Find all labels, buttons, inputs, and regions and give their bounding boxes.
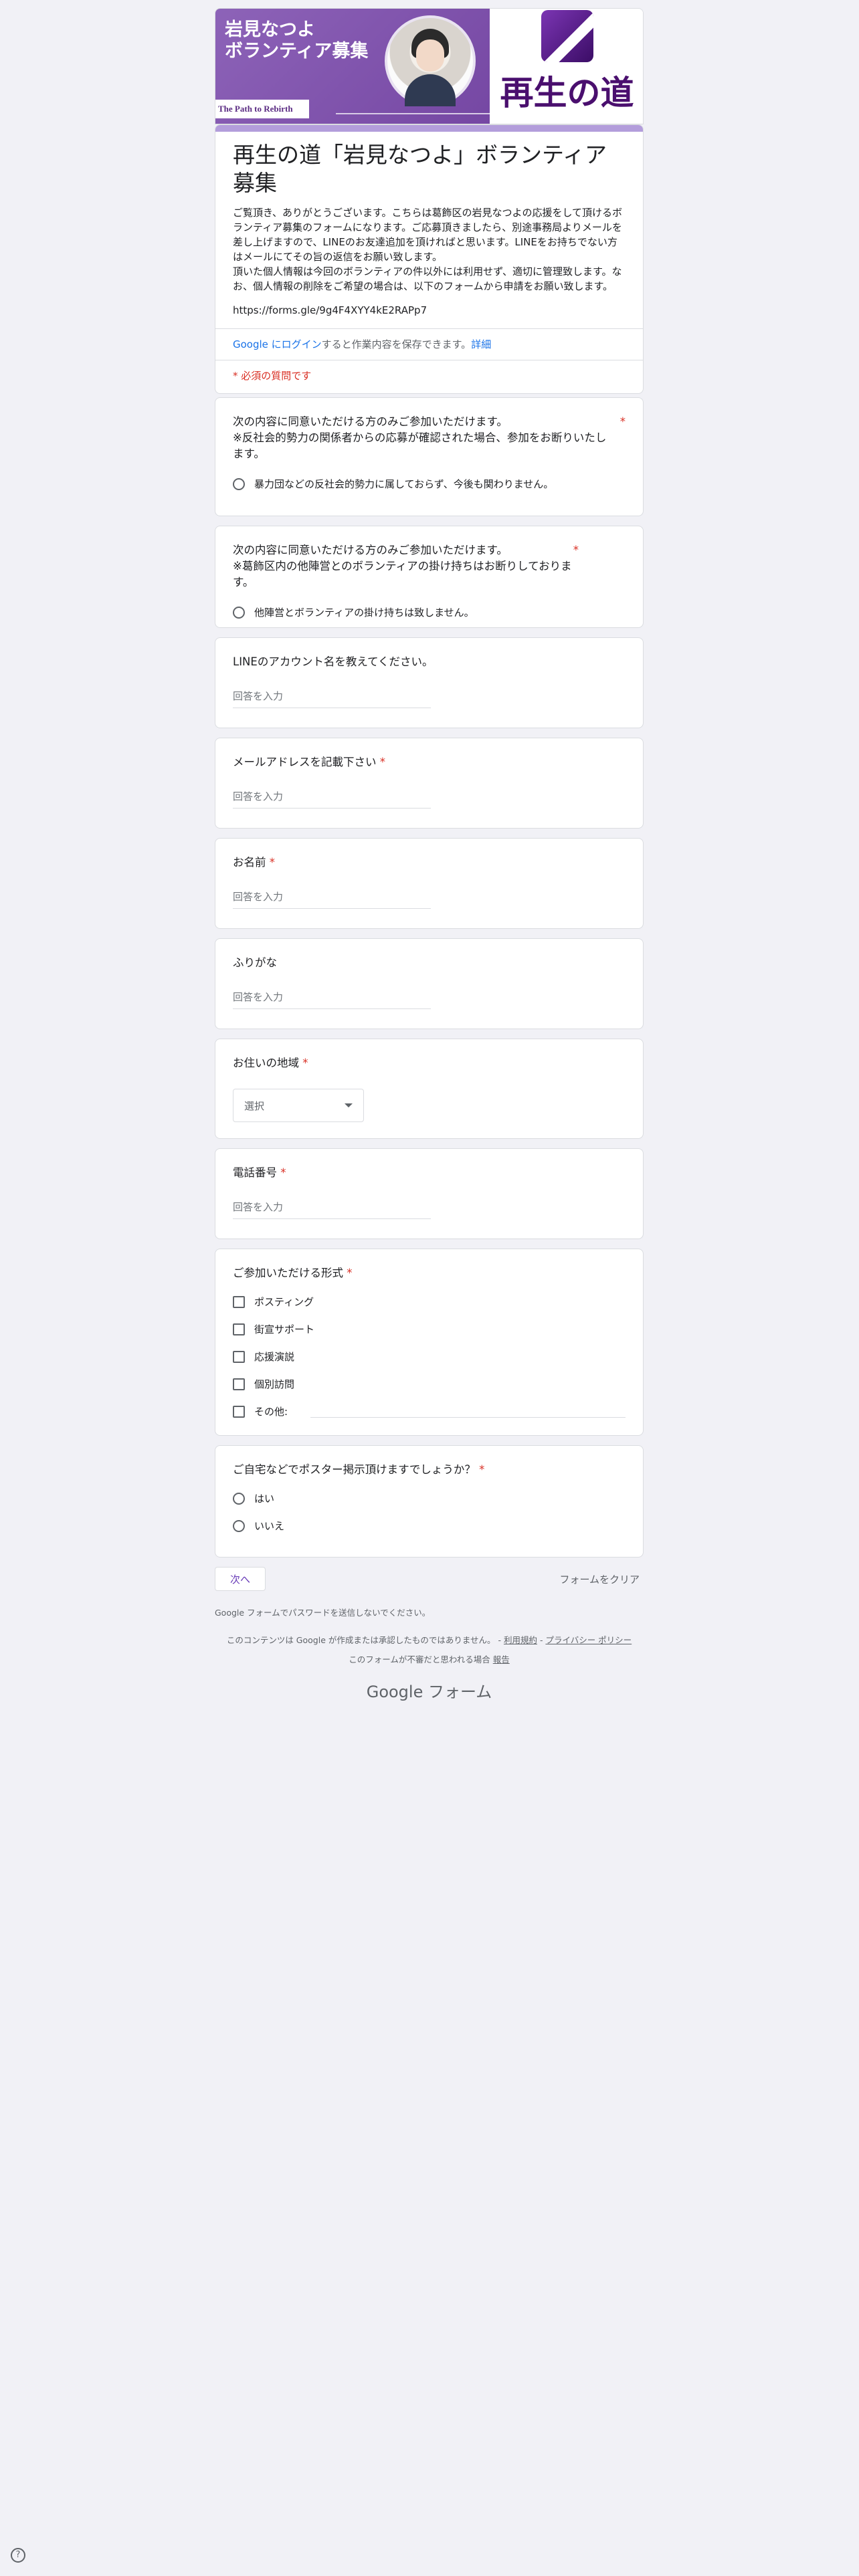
region-select-value: 選択 <box>244 1099 265 1112</box>
report-row: このフォームが不審だと思われる場合 報告 <box>349 1654 510 1665</box>
form-description: ご覧頂き、ありがとうございます。こちらは葛飾区の岩見なつよの応援をして頂けるボラ… <box>233 207 623 292</box>
radio-button[interactable] <box>233 477 245 490</box>
disclaimer: このコンテンツは Google が作成または承認したものではありません。 - 利… <box>226 1635 632 1645</box>
banner-logo-panel: 再生の道 <box>490 9 643 124</box>
form-header-card: 再生の道「岩見なつよ」ボランティア募集 ご覧頂き、ありがとうございます。こちらは… <box>215 124 644 394</box>
checkbox-option-other[interactable]: その他: <box>233 1404 626 1418</box>
radio-option-agree-antisocial[interactable]: 暴力団などの反社会的勢力に属しておらず、今後も関わりません。 <box>233 477 626 491</box>
form-title: 再生の道「岩見なつよ」ボランティア募集 <box>233 142 607 196</box>
login-link[interactable]: Google にログイン <box>233 338 322 350</box>
checkbox[interactable] <box>233 1295 245 1308</box>
required-asterisk: * <box>302 1057 308 1069</box>
question-card-name: お名前 * <box>215 838 644 929</box>
candidate-portrait <box>385 15 476 106</box>
report-link[interactable]: 報告 <box>493 1654 510 1665</box>
required-asterisk: * <box>269 856 275 869</box>
phone-input[interactable] <box>233 1198 431 1219</box>
required-asterisk: * <box>379 756 385 768</box>
furigana-input[interactable] <box>233 988 431 1009</box>
next-button[interactable]: 次へ <box>215 1567 266 1591</box>
terms-link[interactable]: 利用規約 <box>504 1635 537 1645</box>
header-banner-image: 岩見なつよ ボランティア募集 The Path to Rebirth 再生の道 <box>215 8 644 124</box>
banner-title: 岩見なつよ ボランティア募集 <box>225 19 368 62</box>
other-text-input[interactable] <box>310 1405 626 1418</box>
checkbox-option-door-to-door[interactable]: 個別訪問 <box>233 1377 626 1391</box>
party-logo-text: 再生の道 <box>500 74 634 112</box>
radio-option-yes[interactable]: はい <box>233 1491 626 1505</box>
question-card-no-dual-volunteer: 次の内容に同意いただける方のみご参加いただけます。 ※葛飾区内の他陣営とのボラン… <box>215 526 644 628</box>
password-warning: Google フォームでパスワードを送信しないでください。 <box>215 1608 431 1618</box>
question-title: 次の内容に同意いただける方のみご参加いただけます。 ※反社会的勢力の関係者からの… <box>233 415 626 460</box>
radio-option-agree-no-dual[interactable]: 他陣営とボランティアの掛け持ちは致しません。 <box>233 605 626 619</box>
radio-button[interactable] <box>233 1519 245 1532</box>
party-logo-icon <box>541 10 593 62</box>
question-card-furigana: ふりがな <box>215 938 644 1029</box>
checkbox-option-street-support[interactable]: 街宣サポート <box>233 1322 626 1336</box>
question-title: LINEのアカウント名を教えてください。 <box>233 655 434 668</box>
login-details-link[interactable]: 詳細 <box>471 338 491 350</box>
question-title: ご自宅などでポスター掲示頂けますでしょうか？ * <box>233 1463 485 1476</box>
question-card-phone: 電話番号 * <box>215 1148 644 1239</box>
google-forms-logo[interactable]: Google フォーム <box>215 1679 644 1702</box>
login-prompt-text: すると作業内容を保存できます。 <box>321 338 472 350</box>
clear-form-button[interactable]: フォームをクリア <box>559 1572 644 1586</box>
line-account-input[interactable] <box>233 687 431 708</box>
question-card-poster: ご自宅などでポスター掲示頂けますでしょうか？ * はい いいえ <box>215 1445 644 1558</box>
help-icon[interactable]: ? <box>11 2548 25 2563</box>
required-asterisk: * <box>573 544 579 556</box>
question-card-antisocial: 次の内容に同意いただける方のみご参加いただけます。 ※反社会的勢力の関係者からの… <box>215 397 644 516</box>
checkbox[interactable] <box>233 1378 245 1390</box>
checkbox[interactable] <box>233 1350 245 1363</box>
checkbox[interactable] <box>233 1323 245 1335</box>
question-title: お名前 * <box>233 856 275 869</box>
radio-button[interactable] <box>233 1492 245 1505</box>
email-input[interactable] <box>233 788 431 809</box>
region-select[interactable]: 選択 <box>233 1089 364 1122</box>
name-input[interactable] <box>233 888 431 909</box>
radio-button[interactable] <box>233 606 245 619</box>
form-navigation: 次へ フォームをクリア <box>215 1567 644 1591</box>
banner-tagline: The Path to Rebirth <box>215 100 309 118</box>
theme-accent-bar <box>215 125 643 132</box>
form-url: https://forms.gle/9g4F4XYY4kE2RAPp7 <box>233 304 427 316</box>
required-asterisk: * <box>479 1463 485 1476</box>
banner-left-panel: 岩見なつよ ボランティア募集 The Path to Rebirth <box>215 9 490 124</box>
required-note: * 必須の質問です <box>233 370 312 382</box>
banner-title-line2: ボランティア募集 <box>225 41 369 62</box>
required-asterisk: * <box>619 415 626 428</box>
checkbox[interactable] <box>233 1405 245 1418</box>
banner-divider <box>336 113 490 114</box>
question-title: 電話番号 * <box>233 1166 286 1179</box>
banner-title-line1: 岩見なつよ <box>225 19 315 40</box>
required-asterisk: * <box>347 1267 353 1279</box>
login-prompt: Google にログインすると作業内容を保存できます。詳細 <box>233 329 626 360</box>
privacy-link[interactable]: プライバシー ポリシー <box>545 1635 632 1645</box>
question-title: 次の内容に同意いただける方のみご参加いただけます。 ※葛飾区内の他陣営とのボラン… <box>233 544 579 588</box>
radio-option-no[interactable]: いいえ <box>233 1519 626 1533</box>
checkbox-option-speech[interactable]: 応援演説 <box>233 1350 626 1364</box>
question-card-email: メールアドレスを記載下さい * <box>215 738 644 829</box>
question-card-participation: ご参加いただける形式 * ポスティング 街宣サポート 応援演説 個別訪問 その他… <box>215 1249 644 1436</box>
required-asterisk: * <box>280 1166 286 1179</box>
question-title: お住いの地域 * <box>233 1057 308 1069</box>
question-title: メールアドレスを記載下さい * <box>233 756 385 768</box>
question-title: ご参加いただける形式 * <box>233 1267 353 1279</box>
question-title: ふりがな <box>233 956 277 969</box>
dropdown-arrow-icon <box>345 1103 353 1107</box>
checkbox-option-posting[interactable]: ポスティング <box>233 1295 626 1309</box>
question-card-line-account: LINEのアカウント名を教えてください。 <box>215 637 644 728</box>
question-card-region: お住いの地域 * 選択 <box>215 1039 644 1139</box>
